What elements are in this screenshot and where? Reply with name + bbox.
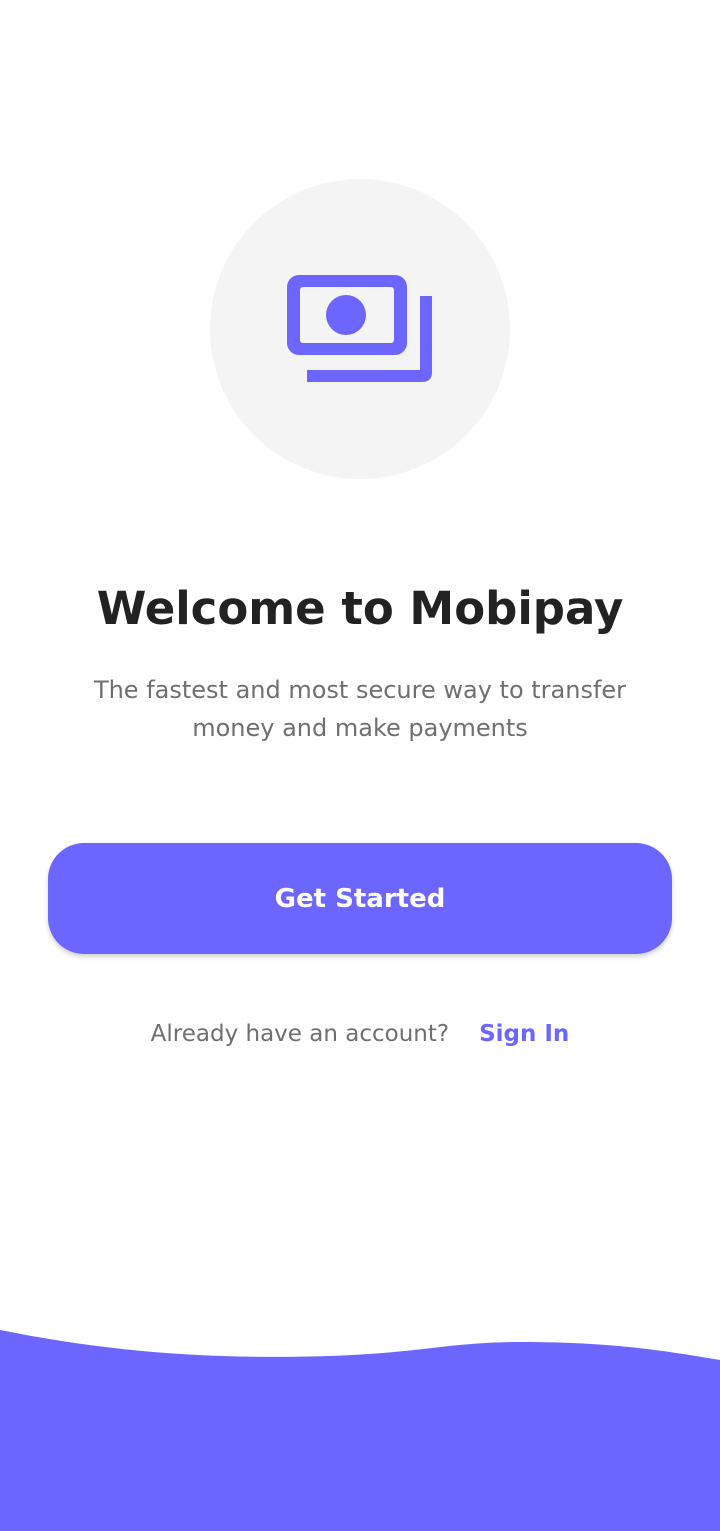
account-prompt: Already have an account?: [150, 1021, 450, 1047]
welcome-screen: Welcome to Mobipay The fastest and most …: [0, 0, 720, 1531]
welcome-title: Welcome to Mobipay: [96, 582, 624, 635]
sign-in-row: Already have an account? Sign In: [0, 1014, 720, 1054]
bottom-wave-decoration: [0, 1330, 720, 1531]
money-bills-icon: [287, 275, 432, 382]
get-started-button[interactable]: Get Started: [48, 843, 672, 954]
welcome-subtitle: The fastest and most secure way to trans…: [93, 676, 627, 742]
sign-in-link[interactable]: Sign In: [479, 1021, 569, 1047]
